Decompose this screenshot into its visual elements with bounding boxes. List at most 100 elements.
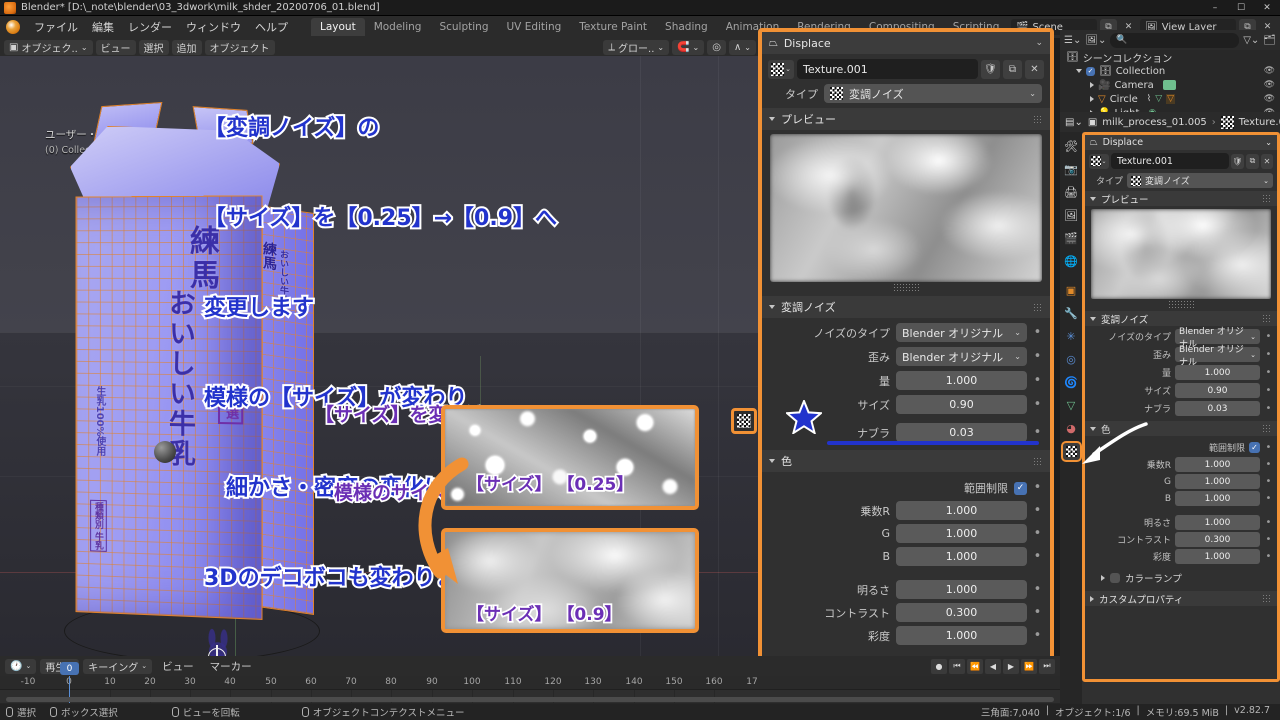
right-type-dropdown[interactable]: 変調ノイズ ⌄ <box>1127 173 1273 188</box>
right-preview-header[interactable]: プレビュー <box>1085 191 1277 206</box>
shield-icon[interactable]: 🛡 <box>981 59 1000 79</box>
right-nabla-value-field[interactable]: 0.03 <box>1175 401 1260 416</box>
animate-property-dot[interactable]: • <box>1033 398 1042 411</box>
chevron-right-icon[interactable] <box>1090 82 1094 88</box>
animate-property-dot[interactable]: • <box>1033 629 1042 642</box>
properties-editor-type-icon[interactable]: ▤⌄ <box>1065 117 1083 128</box>
right-amount-value-field[interactable]: 1.000 <box>1175 365 1260 380</box>
factor-r-value-field[interactable]: 1.000 <box>896 501 1027 520</box>
right-size-value-field[interactable]: 0.90 <box>1175 383 1260 398</box>
animate-property-dot[interactable]: • <box>1264 517 1273 528</box>
texture-properties-tab-highlight[interactable] <box>731 408 757 434</box>
timeline-track-area[interactable]: 0 <box>0 662 1060 703</box>
3d-viewport[interactable]: ユーザー・透視投影 (0) Collection | milk_process_… <box>0 56 760 656</box>
close-button[interactable]: ✕ <box>1254 0 1280 16</box>
outliner-filter-mode-icon[interactable]: 🖼⌄ <box>1085 35 1106 46</box>
viewport-menu-object[interactable]: オブジェクト <box>204 39 275 55</box>
right-factor-r-value-field[interactable]: 1.000 <box>1175 457 1260 472</box>
output-tab-icon[interactable]: 🖨 <box>1063 184 1080 201</box>
timeline-ruler[interactable]: -10 0 10 20 30 40 50 60 70 80 90 100 110… <box>0 676 1060 690</box>
menu-edit[interactable]: 編集 <box>85 17 121 37</box>
visibility-eye-icon[interactable]: 👁 <box>1264 66 1275 76</box>
right-brightness-row[interactable]: 明るさ 1.000 • <box>1085 506 1277 530</box>
animate-property-dot[interactable]: • <box>1264 331 1273 342</box>
animate-property-dot[interactable]: • <box>1264 442 1273 453</box>
right-factor-b-value-field[interactable]: 1.000 <box>1175 491 1260 506</box>
tab-modeling[interactable]: Modeling <box>365 18 431 36</box>
animate-property-dot[interactable]: • <box>1264 534 1273 545</box>
brightness-row[interactable]: 明るさ 1.000 • <box>762 566 1050 599</box>
right-preview-resize-handle[interactable] <box>1168 300 1194 309</box>
outliner-search-input[interactable]: 🔍 <box>1110 32 1240 48</box>
nabla-value-field[interactable]: 0.03 <box>896 423 1027 442</box>
size-value-field[interactable]: 0.90 <box>896 395 1027 414</box>
factor-b-value-field[interactable]: 1.000 <box>896 547 1027 566</box>
noise-panel-header[interactable]: 変調ノイズ <box>762 296 1050 318</box>
animate-property-dot[interactable]: • <box>1033 326 1042 339</box>
right-color-ramp-checkbox[interactable] <box>1110 573 1120 583</box>
right-texture-type-row[interactable]: タイプ 変調ノイズ ⌄ <box>1085 172 1277 191</box>
chevron-down-icon[interactable]: ⌄ <box>1035 38 1043 48</box>
right-size-row[interactable]: サイズ 0.90 • <box>1085 380 1277 398</box>
play-button[interactable]: ▶ <box>1003 658 1019 674</box>
render-tab-icon[interactable]: 📷 <box>1063 161 1080 178</box>
factor-b-row[interactable]: B 1.000 • <box>762 543 1050 566</box>
right-brightness-value-field[interactable]: 1.000 <box>1175 515 1260 530</box>
properties-tab-column[interactable]: 🛠 📷 🖨 🖼 🎬 🌐 ▣ 🔧 ✳ ◎ 🌀 ▽ ◕ <box>1060 132 1082 704</box>
right-saturation-value-field[interactable]: 1.000 <box>1175 549 1260 564</box>
chevron-down-icon[interactable] <box>1076 69 1082 73</box>
interaction-mode-dropdown[interactable]: ▣ オブジェク.. ⌄ <box>4 39 93 55</box>
tab-sculpting[interactable]: Sculpting <box>430 18 497 36</box>
timeline-horizontal-scrollbar[interactable] <box>6 697 1054 702</box>
animate-property-dot[interactable]: • <box>1033 481 1042 494</box>
saturation-row[interactable]: 彩度 1.000 • <box>762 622 1050 645</box>
outliner-row-camera[interactable]: 🎥 Camera 👁 <box>1060 78 1280 92</box>
tab-layout[interactable]: Layout <box>311 18 365 36</box>
animate-property-dot[interactable]: • <box>1033 504 1042 517</box>
distortion-dropdown[interactable]: Blender オリジナル ⌄ <box>896 347 1027 366</box>
right-texture-browse-dropdown[interactable]: ⌄ <box>1089 153 1109 169</box>
animate-property-dot[interactable]: • <box>1033 350 1042 363</box>
tab-shading[interactable]: Shading <box>656 18 717 36</box>
shield-icon[interactable]: 🛡 <box>1231 153 1244 169</box>
object-data-tab-icon[interactable]: ▽ <box>1063 397 1080 414</box>
physics-tab-icon[interactable]: ◎ <box>1063 351 1080 368</box>
minimize-button[interactable]: – <box>1202 0 1228 16</box>
distortion-row[interactable]: 歪み Blender オリジナル ⌄ • <box>762 342 1050 366</box>
close-icon[interactable]: ✕ <box>1261 153 1273 169</box>
jump-end-button[interactable]: ⏭ <box>1039 658 1055 674</box>
saturation-value-field[interactable]: 1.000 <box>896 626 1027 645</box>
modifier-tab-icon[interactable]: 🔧 <box>1063 305 1080 322</box>
duplicate-icon[interactable]: ⧉ <box>1003 59 1022 79</box>
texture-id-block[interactable]: ⌄ Texture.001 🛡 ⧉ ✕ <box>762 54 1050 82</box>
collection-checkbox[interactable]: ✓ <box>1086 66 1095 76</box>
tool-tab-icon[interactable]: 🛠 <box>1063 138 1080 155</box>
right-amount-row[interactable]: 量 1.000 • <box>1085 362 1277 380</box>
tab-uv-editing[interactable]: UV Editing <box>498 18 571 36</box>
duplicate-icon[interactable]: ⧉ <box>1246 153 1259 169</box>
right-custom-props-header[interactable]: カスタムプロパティ <box>1085 591 1277 606</box>
animate-property-dot[interactable]: • <box>1264 459 1273 470</box>
timeline-editor-type-button[interactable]: 🕐 ⌄ <box>5 658 37 674</box>
texture-browse-dropdown[interactable]: ⌄ <box>768 59 794 79</box>
amount-value-field[interactable]: 1.000 <box>896 371 1027 390</box>
prev-keyframe-button[interactable]: ⏪ <box>967 658 983 674</box>
animate-property-dot[interactable]: • <box>1264 493 1273 504</box>
right-color-ramp-row[interactable]: カラーランプ <box>1085 564 1277 585</box>
timeline-menu-view[interactable]: ビュー <box>156 658 200 675</box>
texture-type-row[interactable]: タイプ 変調ノイズ ⌄ <box>762 82 1050 108</box>
right-nabla-row[interactable]: ナブラ 0.03 • <box>1085 398 1277 416</box>
breadcrumb-object-label[interactable]: milk_process_01.005 <box>1102 117 1207 128</box>
chevron-right-icon[interactable] <box>1090 96 1094 102</box>
preview-resize-handle[interactable] <box>893 283 919 292</box>
right-factor-g-value-field[interactable]: 1.000 <box>1175 474 1260 489</box>
clamp-row[interactable]: 範囲制限 ✓ • <box>762 472 1050 496</box>
snap-toggle[interactable]: 🧲 ⌄ <box>672 39 705 55</box>
close-icon[interactable]: ✕ <box>1025 59 1044 79</box>
factor-g-row[interactable]: G 1.000 • <box>762 520 1050 543</box>
animate-property-dot[interactable]: • <box>1033 550 1042 563</box>
auto-keying-button[interactable]: ● <box>931 658 947 674</box>
brightness-value-field[interactable]: 1.000 <box>896 580 1027 599</box>
view-layer-tab-icon[interactable]: 🖼 <box>1063 207 1080 224</box>
timeline-menu-marker[interactable]: マーカー <box>204 658 258 675</box>
